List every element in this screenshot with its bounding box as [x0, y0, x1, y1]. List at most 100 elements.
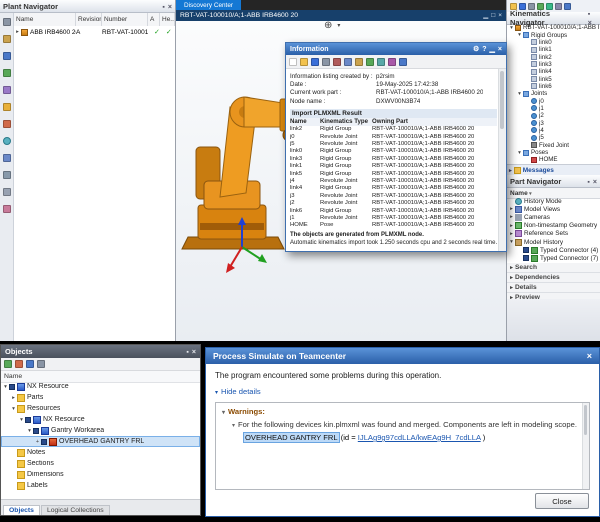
close-icon[interactable]: × [498, 46, 502, 53]
save-icon[interactable] [311, 58, 319, 66]
checkbox[interactable] [33, 428, 39, 434]
collapse-arrow-icon[interactable]: ▾ [516, 150, 523, 156]
expand-arrow-icon[interactable]: ▸ [10, 395, 17, 401]
column-header-name[interactable]: Name [14, 13, 76, 26]
tree-item-cameras[interactable]: ▸Cameras [507, 213, 600, 221]
min-icon[interactable]: ▁ [490, 46, 495, 53]
scrollbar-thumb[interactable] [584, 405, 587, 435]
flag-icon[interactable] [3, 120, 11, 128]
tree-item-j2[interactable]: j2 [507, 112, 600, 119]
ps-dialog-titlebar[interactable]: Process Simulate on Teamcenter × [206, 348, 599, 364]
collapse-arrow-icon[interactable]: ▾ [516, 91, 523, 97]
close-button[interactable]: Close [535, 493, 589, 509]
column-header-he[interactable]: He... [160, 13, 175, 26]
close-icon[interactable]: × [587, 352, 592, 361]
filter-icon[interactable] [26, 360, 34, 368]
scrollbar-thumb[interactable] [500, 71, 504, 129]
name-column-header[interactable]: Name [510, 190, 532, 197]
collapse-arrow-icon[interactable]: ▾ [508, 239, 515, 245]
tree-item-search[interactable]: ▸Search [507, 263, 600, 273]
close-icon[interactable]: × [498, 13, 502, 20]
tree-item-j1[interactable]: j1 [507, 105, 600, 112]
collapse-arrow-icon[interactable]: ▾ [26, 428, 33, 434]
tree-item-non-timestamp-geometry[interactable]: ▸Non-timestamp Geometry [507, 222, 600, 230]
checkbox[interactable] [9, 384, 15, 390]
warning-item[interactable]: For the following devices kin.plmxml was… [222, 420, 583, 429]
tree-item-gantry-workarea[interactable]: ▾Gantry Workarea [1, 425, 200, 436]
tree-item-link1[interactable]: link1 [507, 46, 600, 53]
layers-icon[interactable] [3, 69, 11, 77]
help-icon[interactable]: ? [482, 46, 486, 53]
pin-icon[interactable]: ▪ [587, 179, 589, 186]
tree-item-j0[interactable]: j0 [507, 97, 600, 104]
doc-new-icon[interactable] [289, 58, 297, 66]
tab-discovery-center[interactable]: Discovery Center [176, 0, 241, 10]
clip-icon[interactable] [3, 18, 11, 26]
tree-item-link4[interactable]: link4 [507, 68, 600, 75]
expand-arrow-icon[interactable]: ▸ [508, 206, 515, 212]
tree-item-rigid-groups[interactable]: ▾Rigid Groups [507, 31, 600, 38]
expand-arrow-icon[interactable]: ▸ [508, 275, 515, 281]
pin-icon[interactable]: ▪ [588, 11, 590, 18]
checkbox[interactable] [25, 417, 31, 423]
down-icon[interactable]: ▾ [337, 23, 340, 29]
pin-icon[interactable]: ▪ [162, 4, 164, 11]
tree-item-labels[interactable]: Labels [1, 480, 200, 491]
tree-item-reference-sets[interactable]: ▸Reference Sets [507, 230, 600, 238]
tree-item-model-views[interactable]: ▸Model Views [507, 205, 600, 213]
max-icon[interactable]: □ [491, 13, 495, 20]
star-icon[interactable] [3, 103, 11, 111]
objects-titlebar[interactable]: Objects ▪× [1, 345, 200, 358]
checkbox[interactable] [523, 255, 529, 261]
column-header-revision[interactable]: Revision [76, 13, 102, 26]
tag-icon[interactable] [3, 205, 11, 213]
tree-item-home[interactable]: HOME [507, 156, 600, 163]
warnings-header[interactable]: Warnings: [222, 407, 583, 416]
collapse-arrow-icon[interactable]: ▾ [2, 384, 9, 390]
tree-item-typed-connector-7-toolframe[interactable]: Typed Connector (7) "TOOLFRAME" [507, 254, 600, 262]
pin-icon[interactable]: ▪ [186, 349, 188, 356]
target-icon[interactable]: ⊕ [324, 21, 332, 31]
column-header-number[interactable]: Number [102, 13, 148, 26]
min-icon[interactable]: ▁ [483, 13, 488, 20]
tree-item-rbt-vat-100010-a-1-abb-irb4600-20[interactable]: ▾RBT-VAT-100010/A;1-ABB IRB4600 20 [507, 24, 600, 31]
tree-item-history-mode[interactable]: History Mode [507, 197, 600, 205]
pencil-icon[interactable] [3, 35, 11, 43]
close-icon[interactable]: × [168, 4, 172, 11]
tree-item-nx-resource[interactable]: ▾NX Resource [1, 414, 200, 425]
doc-open-icon[interactable] [300, 58, 308, 66]
plant-tree-row-abb-irb4600[interactable]: ABB IRB4600 20 A RBT-VAT-100019 ✓✓ [14, 26, 175, 38]
clock-icon[interactable] [3, 137, 11, 145]
tree-item-details[interactable]: ▸Details [507, 283, 600, 293]
expand-all-icon[interactable] [4, 360, 12, 368]
tree-item-parts[interactable]: ▸Parts [1, 392, 200, 403]
tab-logical-collections[interactable]: Logical Collections [41, 505, 110, 515]
tree-item-fixed-joint[interactable]: Fixed Joint [507, 142, 600, 149]
zoom-in-icon[interactable] [377, 58, 385, 66]
chart-icon[interactable] [3, 154, 11, 162]
tree-item-overhead-gantry-frl[interactable]: +OVERHEAD GANTRY FRL [1, 436, 200, 447]
paste-icon[interactable] [355, 58, 363, 66]
checkbox[interactable] [523, 247, 529, 253]
tree-item-resources[interactable]: ▾Resources [1, 403, 200, 414]
collapse-arrow-icon[interactable]: ▾ [508, 25, 515, 31]
tree-item-joints[interactable]: ▾Joints [507, 90, 600, 97]
search-icon[interactable] [3, 52, 11, 60]
tree-item-j3[interactable]: j3 [507, 119, 600, 126]
close-icon[interactable]: × [593, 179, 597, 186]
collapse-arrow-icon[interactable]: ▾ [18, 417, 25, 423]
expand-arrow-icon[interactable]: ▸ [508, 223, 515, 229]
hide-details-link[interactable]: Hide details [215, 387, 261, 396]
check-icon[interactable]: ✓ [154, 29, 160, 36]
device-id-link[interactable]: IJLAg9g97cdLLA/kwEAg9H_7cdLLA [358, 433, 481, 442]
tree-item-j5[interactable]: j5 [507, 134, 600, 141]
tree-item-poses[interactable]: ▾Poses [507, 149, 600, 156]
collapse-all-icon[interactable] [15, 360, 23, 368]
check-icon[interactable]: ✓ [166, 29, 172, 36]
tree-item-link0[interactable]: link0 [507, 39, 600, 46]
details-scrollbar[interactable] [582, 403, 589, 489]
name-column-header[interactable]: Name [4, 373, 22, 380]
view-orient-tool[interactable]: ⊕▾ [324, 21, 340, 31]
tree-item-notes[interactable]: Notes [1, 447, 200, 458]
tree-item-typed-connector-4-baseframe[interactable]: Typed Connector (4) "BASEFRAME" [507, 246, 600, 254]
